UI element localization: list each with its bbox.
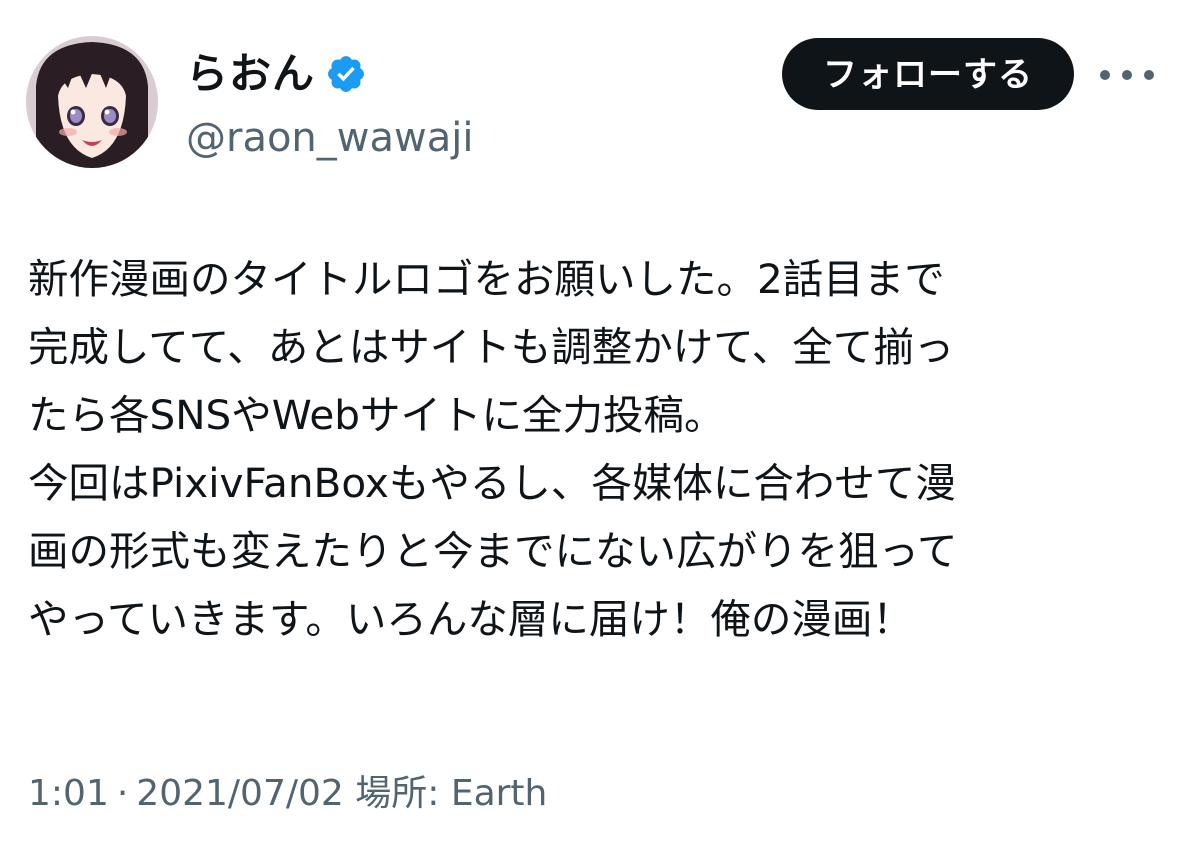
tweet-date[interactable]: 2021/07/02 — [136, 773, 344, 814]
meta-separator: · — [116, 773, 129, 814]
tweet-text-line: やっていきます。いろんな層に届け！俺の漫画！ — [28, 595, 913, 643]
tweet-text-line: 完成してて、あとはサイトも調整かけて、全て揃っ — [28, 323, 955, 371]
tweet-text-line: たら各SNSやWebサイトに全力投稿。 — [28, 391, 725, 439]
user-info: らおん @raon_wawaji — [186, 44, 473, 166]
tweet-text-line: 新作漫画のタイトルロゴをお願いした。2話目まで — [28, 255, 945, 303]
more-dot — [1100, 70, 1110, 80]
tweet: らおん @raon_wawaji フォローする 新作漫画のタイトルロゴをお願いし… — [0, 0, 1179, 842]
tweet-location: 場所: Earth — [355, 773, 548, 814]
tweet-meta: 1:01 · 2021/07/02 場所: Earth — [28, 768, 547, 820]
avatar[interactable] — [26, 36, 158, 168]
follow-button[interactable]: フォローする — [782, 38, 1074, 110]
tweet-text-line: 画の形式も変えたりと今までにない広がりを狙って — [28, 527, 958, 575]
display-name[interactable]: らおん — [186, 46, 315, 102]
display-name-row: らおん — [186, 44, 473, 104]
tweet-time[interactable]: 1:01 — [28, 773, 109, 814]
user-handle[interactable]: @raon_wawaji — [186, 110, 473, 166]
tweet-text-line: 今回はPixivFanBoxもやるし、各媒体に合わせて漫 — [28, 459, 956, 507]
more-dot — [1144, 70, 1154, 80]
avatar-illustration-icon — [26, 36, 158, 168]
verified-badge-icon — [325, 53, 367, 95]
more-horizontal-icon[interactable] — [1100, 58, 1154, 92]
more-dot — [1122, 70, 1132, 80]
tweet-text: 新作漫画のタイトルロゴをお願いした。2話目まで 完成してて、あとはサイトも調整か… — [28, 245, 1148, 653]
